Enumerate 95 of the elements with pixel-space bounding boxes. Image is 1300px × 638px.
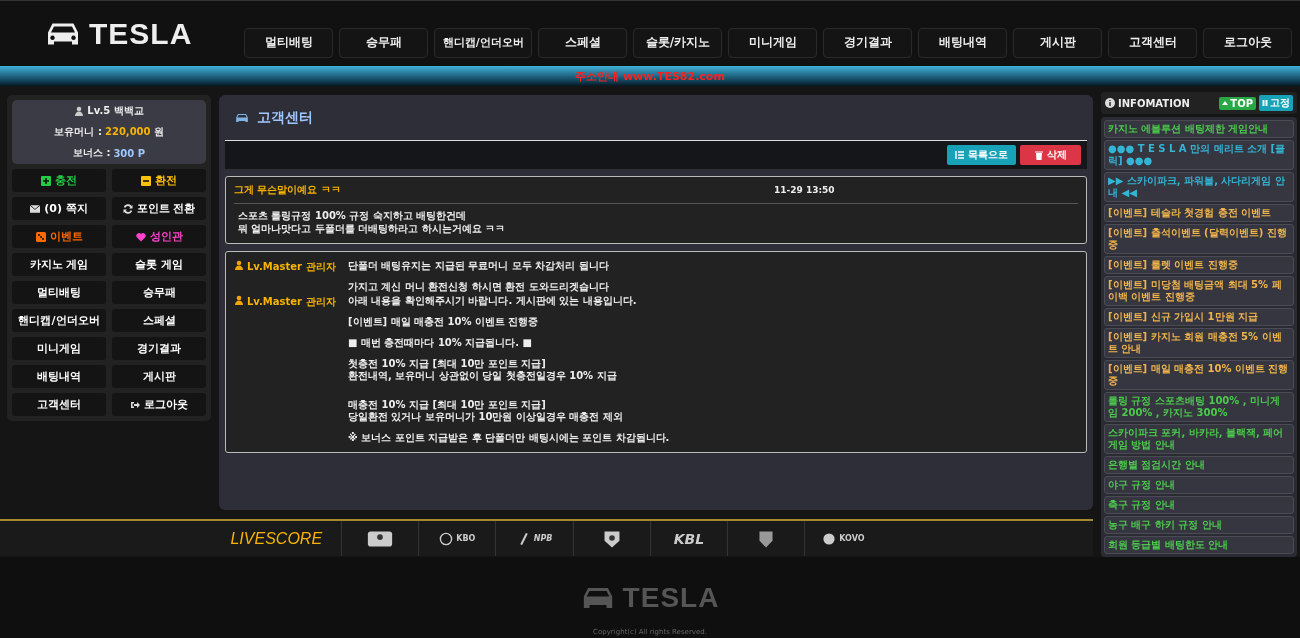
post-date: 11-29 13:50 <box>774 185 835 195</box>
reply-text: ■ 매번 충전때마다 10% 지급됩니다. ■ <box>348 337 534 349</box>
reply-text: 아래 내용을 확인해주시기 바랍니다. 게시판에 있는 내용입니다. <box>348 295 638 307</box>
reply-text: 당일환전 있거나 보유머니가 10만원 이상일경우 매충전 제외 <box>348 411 624 423</box>
kbl-logo[interactable]: KBL <box>673 530 705 547</box>
menu-button[interactable]: 슬롯 게임 <box>112 253 206 276</box>
nav-tab[interactable]: 게시판 <box>1013 27 1103 58</box>
bonus-value: 300 P <box>113 147 146 159</box>
dice-icon <box>35 231 46 242</box>
action-button[interactable]: 삭제 <box>1020 145 1081 165</box>
nav-tab[interactable]: 멀티배팅 <box>244 27 334 58</box>
user-level: Lv.5 백백교 <box>87 103 144 118</box>
logo-text: TESLA <box>89 16 193 51</box>
reply-author: Lv.Master 관리자 <box>247 260 336 274</box>
info-link[interactable]: 은행별 점검시간 안내 <box>1104 456 1294 474</box>
footer-logo-text: TESLA <box>622 582 720 614</box>
info-link[interactable]: 야구 규정 안내 <box>1104 476 1294 494</box>
kovo-logo[interactable]: KOVO <box>822 531 865 546</box>
menu-button[interactable]: 경기결과 <box>112 337 206 360</box>
info-link[interactable]: [이벤트] 출석이벤트 (달력이벤트) 진행중 <box>1104 224 1294 254</box>
user-icon <box>74 105 85 116</box>
nav-tab[interactable]: 핸디캡/언더오버 <box>434 27 533 58</box>
info-icon <box>1105 98 1115 108</box>
page-title: 고객센터 <box>257 108 313 127</box>
menu-button[interactable]: 환전 <box>112 169 206 192</box>
post-text: 뭐 얼마나맛다고 두폴더를 더배팅하라고 하시는거예요 ㅋㅋ <box>238 222 507 235</box>
reply-text: ※ 보너스 포인트 지급받은 후 단폴더만 배팅시에는 포인트 차감됩니다. <box>348 432 670 444</box>
menu-button[interactable]: 미니게임 <box>12 337 106 360</box>
nav-tab[interactable]: 고객센터 <box>1108 27 1198 58</box>
info-link[interactable]: 농구 배구 하키 규정 안내 <box>1104 516 1294 534</box>
nav-tab[interactable]: 경기결과 <box>823 27 913 58</box>
info-link[interactable]: 회원 등급별 배팅한도 안내 <box>1104 536 1294 554</box>
info-link[interactable]: [이벤트] 테슬라 첫경험 충전 이벤트 <box>1104 204 1294 222</box>
reply-text: 매충전 10% 지급 [최대 10만 포인트 지급] <box>348 399 547 411</box>
reply-author: Lv.Master 관리자 <box>247 295 336 309</box>
envelope-icon <box>30 203 41 214</box>
info-link[interactable]: [이벤트] 카지노 회원 매충전 5% 이벤트 안내 <box>1104 328 1294 358</box>
info-link[interactable]: ●●● T E S L A 만의 메리트 소개 [클릭] ●●● <box>1104 140 1294 170</box>
menu-button[interactable]: 이벤트 <box>12 225 106 248</box>
menu-button[interactable]: 성인관 <box>112 225 206 248</box>
menu-button[interactable]: 승무패 <box>112 281 206 304</box>
plus-icon <box>41 175 51 186</box>
logout-icon <box>130 399 140 410</box>
post-title: 그게 무슨말이예요 ㅋㅋ <box>234 183 342 197</box>
info-title: INFOMATION <box>1118 97 1191 109</box>
nav-tab[interactable]: 승무패 <box>339 27 429 58</box>
nav-tab[interactable]: 로그아웃 <box>1203 27 1293 58</box>
reply-text: 단폴더 배팅유지는 지급된 무료머니 모두 차감처리 됩니다 <box>348 260 609 272</box>
refresh-icon <box>122 203 133 214</box>
pause-icon <box>1262 100 1268 106</box>
nav-tab[interactable]: 미니게임 <box>728 27 818 58</box>
menu-button[interactable]: 충전 <box>12 169 106 192</box>
post-text: 스포츠 롤링규정 100% 규정 숙지하고 배팅한건데 <box>238 209 468 222</box>
reply-text: [이벤트] 매일 매충전 10% 이벤트 진행중 <box>348 316 540 328</box>
list-icon <box>955 150 965 160</box>
info-link[interactable]: [이벤트] 매일 매충전 10% 이벤트 진행중 <box>1104 360 1294 390</box>
menu-button[interactable]: 고객센터 <box>12 393 106 416</box>
nav-tab[interactable]: 슬롯/카지노 <box>633 27 723 58</box>
menu-button[interactable]: 배팅내역 <box>12 365 106 388</box>
menu-button[interactable]: 포인트 전환 <box>112 197 206 220</box>
menu-button[interactable]: (0) 쪽지 <box>12 197 106 220</box>
info-link[interactable]: 롤링 규정 스포츠배팅 100% , 미니게임 200% , 카지노 300% <box>1104 392 1294 422</box>
arrow-up-icon <box>1222 100 1229 106</box>
info-link[interactable]: [이벤트] 룰렛 이벤트 진행중 <box>1104 256 1294 274</box>
user-icon <box>234 260 244 270</box>
menu-button[interactable]: 로그아웃 <box>112 393 206 416</box>
reply-text: 환전내역, 보유머니 상관없이 당일 첫충전일경우 10% 지급 <box>348 370 618 382</box>
info-link[interactable]: 축구 규정 안내 <box>1104 496 1294 514</box>
menu-button[interactable]: 카지노 게임 <box>12 253 106 276</box>
livescore-logo[interactable]: LIVESCORE <box>230 529 323 548</box>
menu-button[interactable]: 스페셜 <box>112 309 206 332</box>
info-link[interactable]: [이벤트] 미당첨 배팅금액 최대 5% 페이백 이벤트 진행중 <box>1104 276 1294 306</box>
reply-text: 가지고 계신 머니 환전신청 하시면 환전 도와드리겟습니다 <box>348 281 609 293</box>
info-link[interactable]: [이벤트] 신규 가입시 1만원 지급 <box>1104 308 1294 326</box>
trash-icon <box>1034 150 1044 160</box>
kbo-logo[interactable]: KBO <box>439 531 476 546</box>
info-link[interactable]: ▶▶ 스카이파크, 파워볼, 사다리게임 안내 ◀◀ <box>1104 172 1294 202</box>
user-icon <box>234 295 244 305</box>
menu-button[interactable]: 멀티배팅 <box>12 281 106 304</box>
info-link[interactable]: 스카이파크 포커, 바카라, 블랙잭, 페어 게임 방법 안내 <box>1104 424 1294 454</box>
car-icon <box>235 111 249 124</box>
nav-tab[interactable]: 배팅내역 <box>918 27 1008 58</box>
info-link[interactable]: 카지노 에볼루션 배팅제한 게임안내 <box>1104 120 1294 138</box>
money-label: 보유머니 : <box>54 125 102 139</box>
notice-text: 주소안내 www.TES82.com <box>575 68 725 84</box>
nav-tab[interactable]: 스페셜 <box>538 27 628 58</box>
bonus-label: 보너스 : <box>72 146 111 161</box>
money-value: 220,000 <box>104 126 151 138</box>
menu-button[interactable]: 게시판 <box>112 365 206 388</box>
npb-logo[interactable]: NPB <box>516 531 553 546</box>
menu-button[interactable]: 핸디캡/언더오버 <box>12 309 106 332</box>
reply-text: 첫충전 10% 지급 [최대 10만 포인트 지급] <box>348 358 547 370</box>
money-unit: 원 <box>153 125 164 139</box>
minus-icon <box>141 175 151 186</box>
heart-icon <box>135 231 146 242</box>
